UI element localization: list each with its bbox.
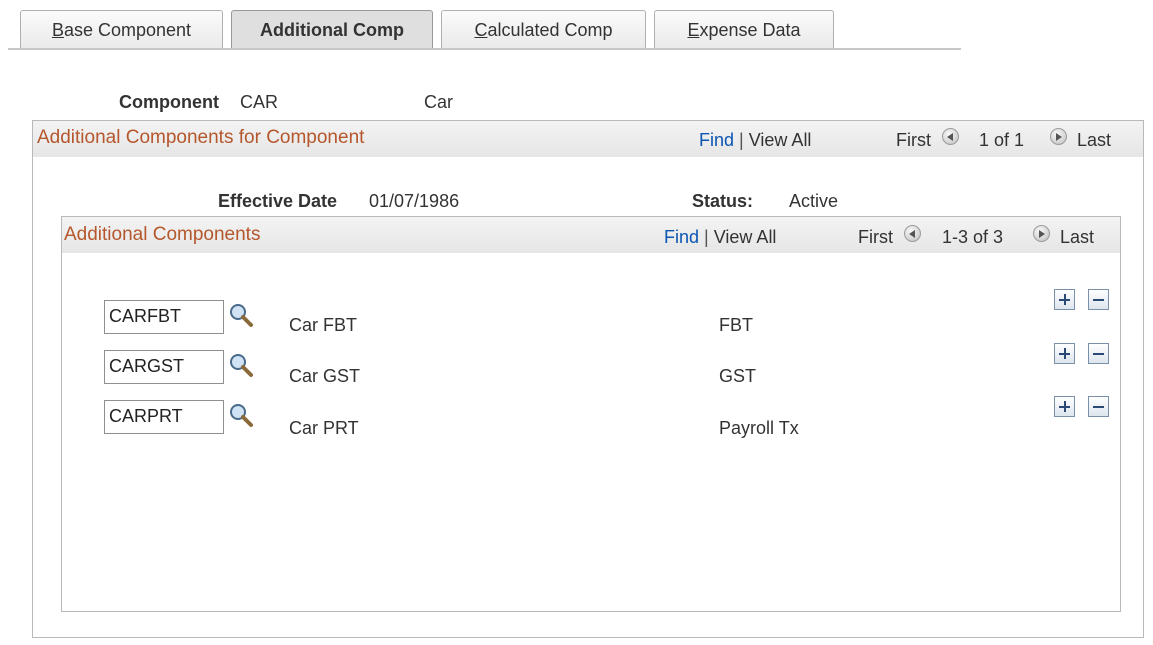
first-label[interactable]: First [896,130,931,151]
row-type: FBT [719,315,753,335]
view-all-link[interactable]: View All [749,130,812,150]
tab-accesskey: E [687,20,700,40]
tab-label: alculated Comp [487,20,613,40]
magnifier-icon[interactable] [228,352,254,378]
arrow-left-icon[interactable] [904,225,921,242]
tab-label: xpense Data [699,20,801,40]
tab-calculated-comp[interactable]: Calculated Comp [441,10,646,48]
tab-base-component[interactable]: Base Component [20,10,223,48]
component-description: Car [424,92,454,112]
last-label[interactable]: Last [1060,227,1094,248]
row-type: GST [719,366,757,386]
tab-expense-data[interactable]: Expense Data [654,10,834,48]
view-all-link[interactable]: View All [714,227,777,247]
plus-icon[interactable] [1054,289,1075,310]
status-value: Active [789,191,839,211]
effective-date-value: 01/07/1986 [369,191,460,211]
first-label[interactable]: First [858,227,893,248]
component-code-field[interactable]: CARPRT [104,400,224,434]
effective-date-label: Effective Date [218,191,338,211]
component-code-field[interactable]: CARGST [104,350,224,384]
separator: | [739,130,744,150]
row-description: Car PRT [289,418,359,438]
component-label: Component [119,92,219,112]
separator: | [704,227,709,247]
group-header: Additional Components Find | View All Fi… [62,217,1120,253]
plus-icon[interactable] [1054,396,1075,417]
minus-icon[interactable] [1088,396,1109,417]
tab-additional-comp[interactable]: Additional Comp [231,10,433,50]
status-label: Status: [692,191,754,211]
tab-accesskey: C [474,20,488,40]
row-range: 1-3 of 3 [942,227,1004,247]
last-label[interactable]: Last [1077,130,1111,151]
group-title: Additional Components [64,224,261,245]
component-code-field[interactable]: CARFBT [104,300,224,334]
group-title: Additional Components for Component [37,127,365,148]
tab-divider [8,48,961,50]
magnifier-icon[interactable] [228,402,254,428]
row-description: Car FBT [289,315,358,335]
arrow-left-icon[interactable] [942,128,959,145]
minus-icon[interactable] [1088,289,1109,310]
magnifier-icon[interactable] [228,302,254,328]
tab-accesskey: B [51,20,64,40]
minus-icon[interactable] [1088,343,1109,364]
plus-icon[interactable] [1054,343,1075,364]
component-code: CAR [240,92,279,112]
arrow-right-icon[interactable] [1033,225,1050,242]
tab-label: Additional Comp [260,20,404,40]
tab-label: ase Component [63,20,192,40]
row-type: Payroll Tx [719,418,799,438]
row-range: 1 of 1 [979,130,1025,150]
group-header: Additional Components for Component Find… [33,121,1143,157]
arrow-right-icon[interactable] [1050,128,1067,145]
find-link[interactable]: Find [664,227,699,247]
row-description: Car GST [289,366,361,386]
find-link[interactable]: Find [699,130,734,150]
